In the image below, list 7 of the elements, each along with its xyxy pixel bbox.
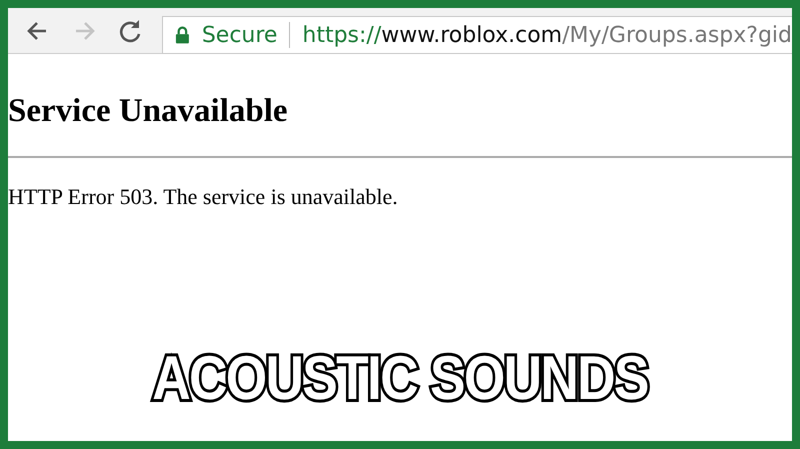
meme-caption: ACOUSTIC SOUNDS [149,348,651,410]
url-text: https://www.roblox.com/My/Groups.aspx?gid [302,22,792,50]
error-message: HTTP Error 503. The service is unavailable. [8,182,399,211]
page-heading: Service Unavailable [8,92,289,131]
secure-label: Secure [202,22,278,50]
lock-icon [175,25,190,45]
address-bar[interactable]: Secure https://www.roblox.com/My/Groups.aspx?gid [162,16,792,54]
